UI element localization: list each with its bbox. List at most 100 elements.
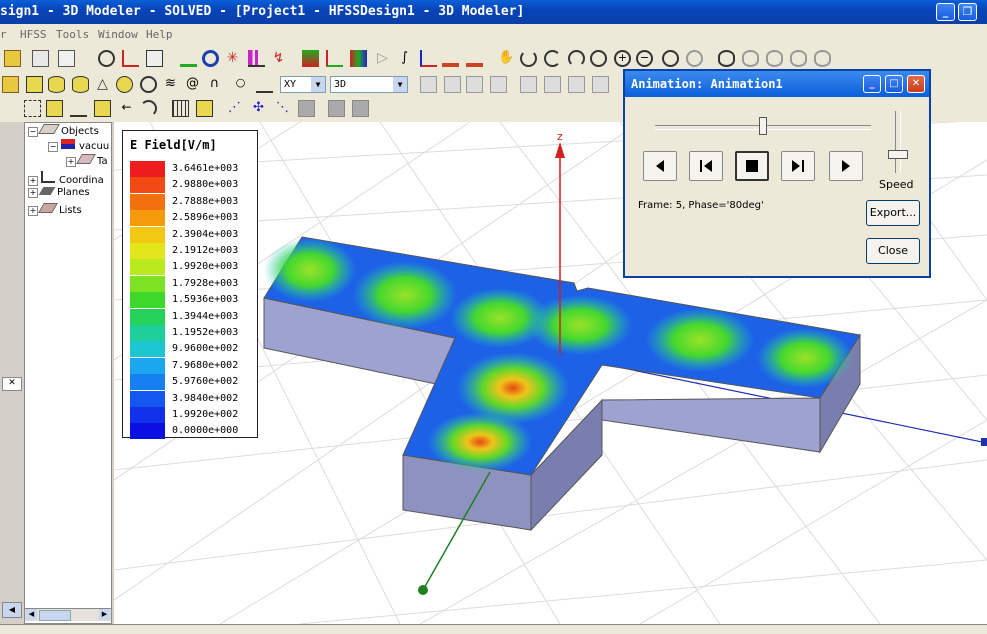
import-icon[interactable] [466,50,483,67]
tree-item-planes[interactable]: + Planes [28,187,90,198]
grid-toggle-icon[interactable] [172,100,189,117]
pan-icon[interactable]: ✋ [498,50,515,67]
snap-arc-icon[interactable] [140,100,157,117]
horizontal-scrollbar[interactable]: ◀ ▶ [25,608,111,621]
speed-slider-thumb[interactable] [888,150,908,160]
close-dialog-button[interactable]: Close [866,238,920,264]
cone-icon[interactable]: △ [94,76,111,93]
chevron-left-icon[interactable]: ◀ [2,602,22,618]
maximize-button[interactable]: □ [885,75,903,93]
play-forward-button[interactable] [829,151,863,181]
duplicate-icon[interactable] [568,76,585,93]
report-icon[interactable] [146,50,163,67]
stop-button[interactable] [735,151,769,181]
move-icon[interactable] [544,76,561,93]
quantity-icon[interactable] [350,50,367,67]
spiral-icon[interactable]: @ [184,76,201,93]
frame-slider[interactable] [655,117,871,135]
scale-icon[interactable] [592,76,609,93]
expand-icon[interactable]: + [28,188,38,198]
tree-item-vacuum[interactable]: − vacuu [48,139,109,152]
speed-slider[interactable] [888,111,908,173]
export-button[interactable]: Export... [866,200,920,226]
point-icon[interactable]: ○ [232,76,249,93]
regular-polyhedron-icon[interactable] [72,76,89,93]
helix-icon[interactable]: ≋ [162,76,179,93]
new-icon[interactable] [4,50,21,67]
split-icon[interactable] [490,76,507,93]
orient-icon[interactable] [590,50,607,67]
chevron-down-icon[interactable]: ▼ [311,77,325,92]
calculator-icon[interactable]: ∫ [396,50,413,67]
analyze-icon[interactable] [202,50,219,67]
tree-item-objects[interactable]: − Objects [28,124,99,137]
rotate-icon[interactable] [520,50,537,67]
export-icon[interactable] [442,50,459,67]
eye-icon[interactable] [718,50,735,67]
draw-icon[interactable] [2,76,19,93]
close-button[interactable]: ✕ [907,75,925,93]
expand-icon[interactable]: + [66,157,76,167]
vector-icon[interactable] [326,50,343,67]
menu-item-window[interactable]: Window [98,28,138,41]
expand-icon[interactable]: + [28,176,38,186]
validate-icon[interactable] [180,50,197,67]
tree-item-coordinate-systems[interactable]: + Coordina [28,171,104,186]
axes-plot-icon[interactable] [420,50,437,67]
hide-icon[interactable] [742,50,759,67]
step-forward-button[interactable] [781,151,815,181]
zoom-out-icon[interactable]: − [636,50,653,67]
wireframe-icon[interactable] [352,100,369,117]
cylinder-icon[interactable] [48,76,65,93]
play-backward-button[interactable] [643,151,677,181]
tree-item-lists[interactable]: + Lists [28,203,82,216]
search-icon[interactable] [98,50,115,67]
unite-icon[interactable] [420,76,437,93]
show-all-icon[interactable] [790,50,807,67]
zoom-in-icon[interactable]: + [614,50,631,67]
bar-chart-icon[interactable] [248,50,265,67]
mirror-icon[interactable] [520,76,537,93]
plot-icon[interactable] [122,50,139,67]
chevron-down-icon[interactable]: ▼ [393,77,407,92]
subtract-icon[interactable] [444,76,461,93]
field-plot-icon[interactable] [302,50,319,67]
grid-icon[interactable] [58,50,75,67]
step-backward-button[interactable] [689,151,723,181]
menu-item-hfss[interactable]: HFSS [20,28,47,41]
play-icon[interactable]: ▷ [374,50,391,67]
bondwire-icon[interactable]: ∩ [206,76,223,93]
minimize-button[interactable]: _ [863,75,881,93]
chevron-left-icon[interactable]: ◀ [26,609,37,620]
show-icon[interactable] [766,50,783,67]
sphere-icon[interactable] [116,76,133,93]
relative-cs-icon[interactable]: ✣ [250,100,267,117]
plane-icon[interactable] [256,76,273,93]
restore-button[interactable]: ❐ [958,3,977,21]
results-icon[interactable]: ✳ [224,50,241,67]
snap-face-icon[interactable] [94,100,111,117]
expand-icon[interactable]: + [28,206,38,216]
fit-all-icon[interactable] [686,50,703,67]
snap-grid-icon[interactable] [24,100,41,117]
intersect-icon[interactable] [466,76,483,93]
hide-all-icon[interactable] [814,50,831,67]
properties-icon[interactable] [32,50,49,67]
menu-item-view[interactable]: r [0,28,7,41]
object-cs-icon[interactable] [298,100,315,117]
snap-vertex-icon[interactable] [46,100,63,117]
tree-item-tee[interactable]: + Ta [66,154,108,167]
chevron-right-icon[interactable]: ▶ [99,609,110,620]
face-cs-icon[interactable]: ⋱ [274,100,291,117]
frame-slider-thumb[interactable] [759,117,767,135]
box-icon[interactable] [26,76,43,93]
animation-title-bar[interactable]: Animation: Animation1 _ □ ✕ [625,71,929,97]
field-overlay-icon[interactable]: ↯ [270,50,287,67]
menu-item-tools[interactable]: Tools [56,28,89,41]
field-legend[interactable]: E Field[V/m] 3.6461e+003 2.9880e+003 2.788… [122,130,258,440]
rotate-model-icon[interactable] [568,50,585,67]
menu-item-help[interactable]: Help [146,28,173,41]
close-icon[interactable]: ✕ [2,377,22,391]
view-select[interactable]: 3D ▼ [330,76,408,93]
plane-select[interactable]: XY ▼ [280,76,326,93]
